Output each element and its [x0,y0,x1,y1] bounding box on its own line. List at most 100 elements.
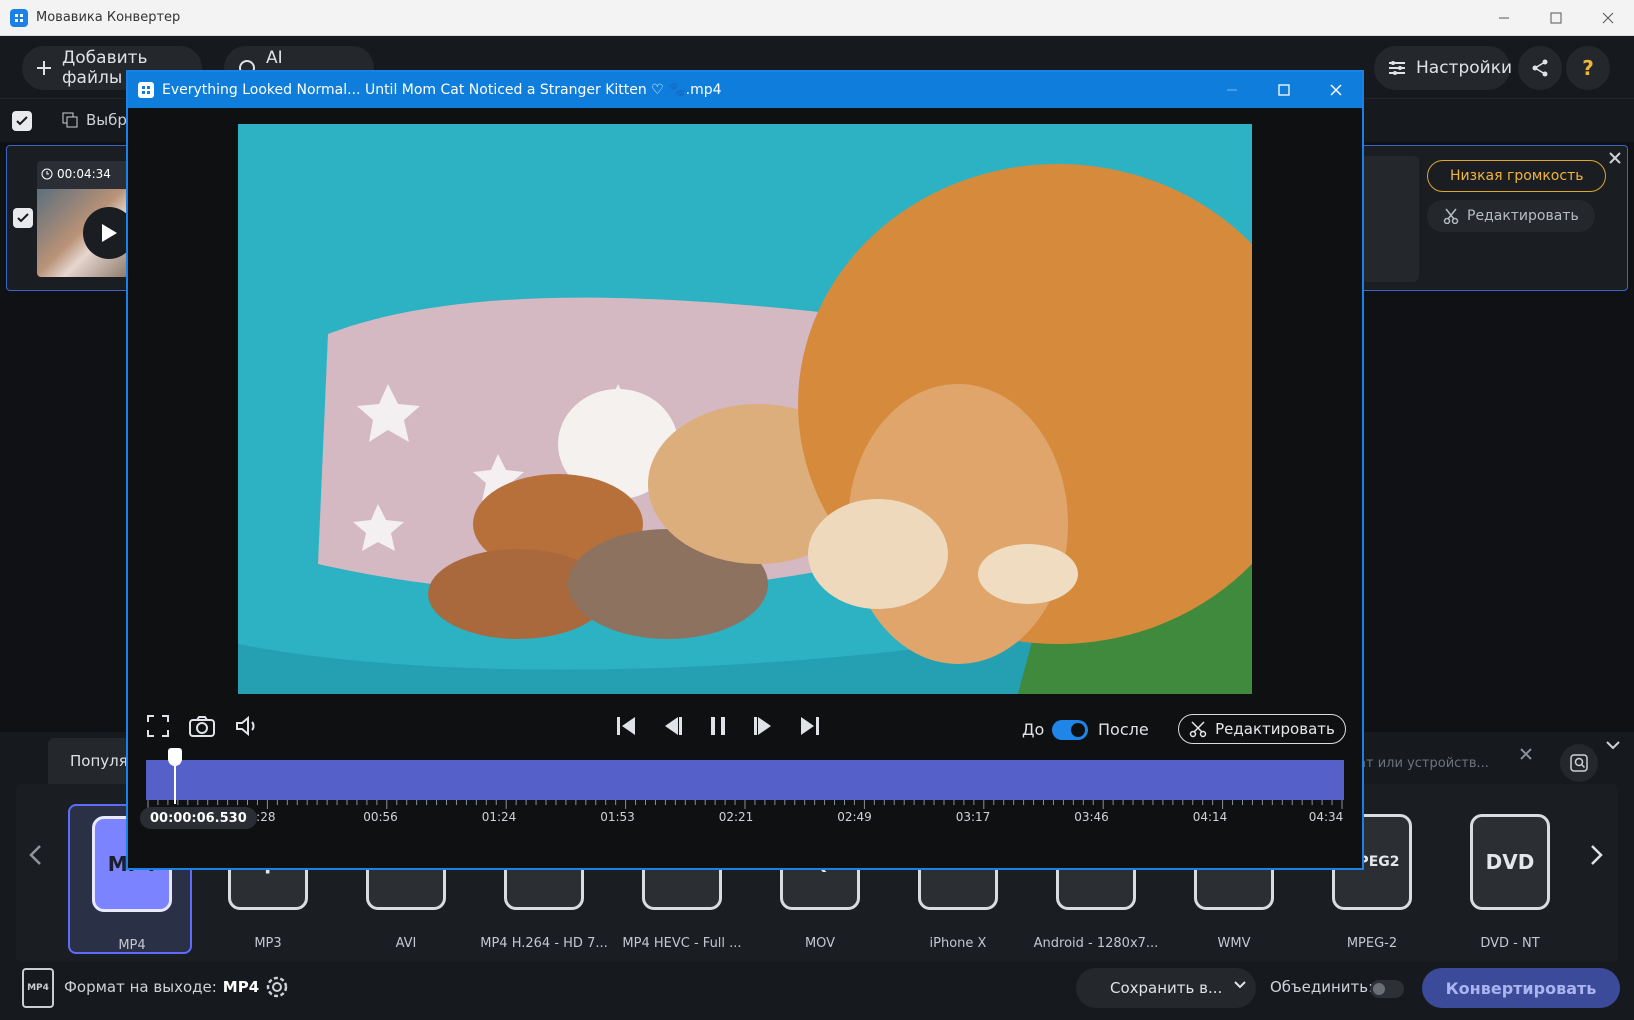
close-icon [1609,152,1621,164]
remove-file-button[interactable] [1609,152,1621,164]
close-icon [1330,84,1342,96]
chevron-down-icon[interactable] [1234,980,1246,990]
timeline-bar[interactable] [146,760,1344,800]
duration-badge: 00:04:34 [41,167,111,181]
question-icon: ? [1582,56,1594,80]
format-icon: DVD [1470,814,1550,910]
edit-file-button[interactable]: Редактировать [1427,200,1595,232]
gear-icon [266,976,288,998]
format-label: AVI [395,936,417,951]
player-edit-label: Редактировать [1215,720,1335,738]
output-settings-button[interactable] [264,974,290,1000]
video-frame-image [238,124,1252,694]
settings-button[interactable]: Настройки [1374,46,1512,90]
scissors-icon [1189,721,1207,738]
format-label: MOV [804,936,836,951]
video-frame[interactable] [238,124,1252,694]
output-format: Формат на выходе: MP4 [64,978,259,996]
format-label: MP4 HEVC - Full ... [622,936,742,951]
merge-toggle[interactable] [1370,980,1404,998]
help-button[interactable]: ? [1566,46,1610,90]
player-edit-button[interactable]: Редактировать [1178,714,1346,744]
clear-search-button[interactable] [1520,748,1532,760]
save-to-label: Сохранить в... [1110,979,1223,997]
playhead-handle[interactable] [167,748,182,766]
skip-to-start-button[interactable] [614,714,638,738]
format-label: MP4 H.264 - HD 7... [480,936,608,951]
snapshot-button[interactable] [188,714,216,738]
format-label: MP4 [118,938,146,953]
file-checkbox[interactable] [13,208,33,228]
before-after-toggle[interactable] [1052,720,1088,740]
search-button[interactable] [1560,744,1598,782]
chevron-down-icon [1606,741,1620,750]
chevron-left-icon [29,845,41,865]
file-thumbnail[interactable]: 00:04:34 [37,161,139,277]
play-icon [102,224,117,242]
timeline-label: 02:49 [837,810,872,824]
skip-forward-icon [801,717,819,735]
maximize-button[interactable] [1530,0,1582,36]
fullscreen-icon [147,715,169,737]
player-controls: До После Редактировать [128,704,1362,754]
file-options-panel [1361,156,1419,282]
timeline-label: 02:21 [718,810,754,824]
timeline-label: 03:46 [1074,810,1109,824]
chevron-right-icon [1591,845,1603,865]
volume-icon [236,715,255,737]
camera-icon [189,716,215,737]
format-label: iPhone X [929,936,987,951]
before-label: До [1022,720,1045,739]
edit-file-label: Редактировать [1467,208,1579,224]
player-title: Everything Looked Normal... Until Mom Ca… [162,82,722,98]
timeline-label: 04:34 [1308,810,1344,824]
plus-icon [36,60,52,76]
step-back-icon [665,717,682,735]
timeline-label: 03:17 [955,810,991,824]
fullscreen-button[interactable] [146,714,170,738]
search-icon [1570,754,1588,772]
next-formats-button[interactable] [1590,844,1604,866]
format-label: DVD - NT [1480,936,1540,951]
pause-button[interactable] [706,714,730,738]
share-icon [1532,59,1548,77]
next-frame-button[interactable] [752,714,776,738]
prev-frame-button[interactable] [660,714,684,738]
convert-button[interactable]: Конвертировать [1422,968,1620,1008]
window-title: Мовавика Конвертер [36,10,181,25]
close-window-button[interactable] [1582,0,1634,36]
format-search-input[interactable]: рмат или устройств... [1340,746,1540,780]
volume-button[interactable] [234,714,258,738]
sliders-icon [1388,60,1406,76]
prev-formats-button[interactable] [28,844,42,866]
scissors-icon [1443,208,1459,224]
timeline-label: 04:14 [1192,810,1228,824]
format-label: WMV [1217,936,1251,951]
output-format-icon: MP4 [22,968,54,1008]
window-titlebar: Мовавика Конвертер [0,0,1634,36]
preview-player-window: Everything Looked Normal... Until Mom Ca… [126,70,1364,870]
low-volume-badge[interactable]: Низкая громкость [1427,160,1607,192]
playhead-line [173,760,176,804]
skip-to-end-button[interactable] [798,714,822,738]
collapse-panel-button[interactable] [1606,740,1620,750]
player-close-button[interactable] [1310,72,1362,108]
format-item[interactable]: DVD DVD - NT [1448,804,1572,954]
timeline-label: 00:56 [363,810,398,824]
app-logo-icon [138,82,154,98]
merge-label: Объединить: [1270,978,1374,996]
format-label: MPEG-2 [1346,936,1398,951]
minimize-button[interactable] [1478,0,1530,36]
timeline-label: 01:24 [481,810,517,824]
player-titlebar: Everything Looked Normal... Until Mom Ca… [128,72,1362,108]
player-minimize-button[interactable] [1206,72,1258,108]
after-label: После [1098,720,1149,739]
save-to-button[interactable]: Сохранить в... [1076,968,1256,1008]
player-maximize-button[interactable] [1258,72,1310,108]
share-button[interactable] [1518,46,1562,90]
select-all-checkbox[interactable] [12,111,32,131]
copy-icon [62,112,78,128]
timeline[interactable]: 0:28 00:56 01:24 01:53 02:21 02:49 03:17 03:46 0… [140,748,1344,840]
skip-back-icon [617,717,635,735]
select-button[interactable]: Выбра [62,111,136,129]
